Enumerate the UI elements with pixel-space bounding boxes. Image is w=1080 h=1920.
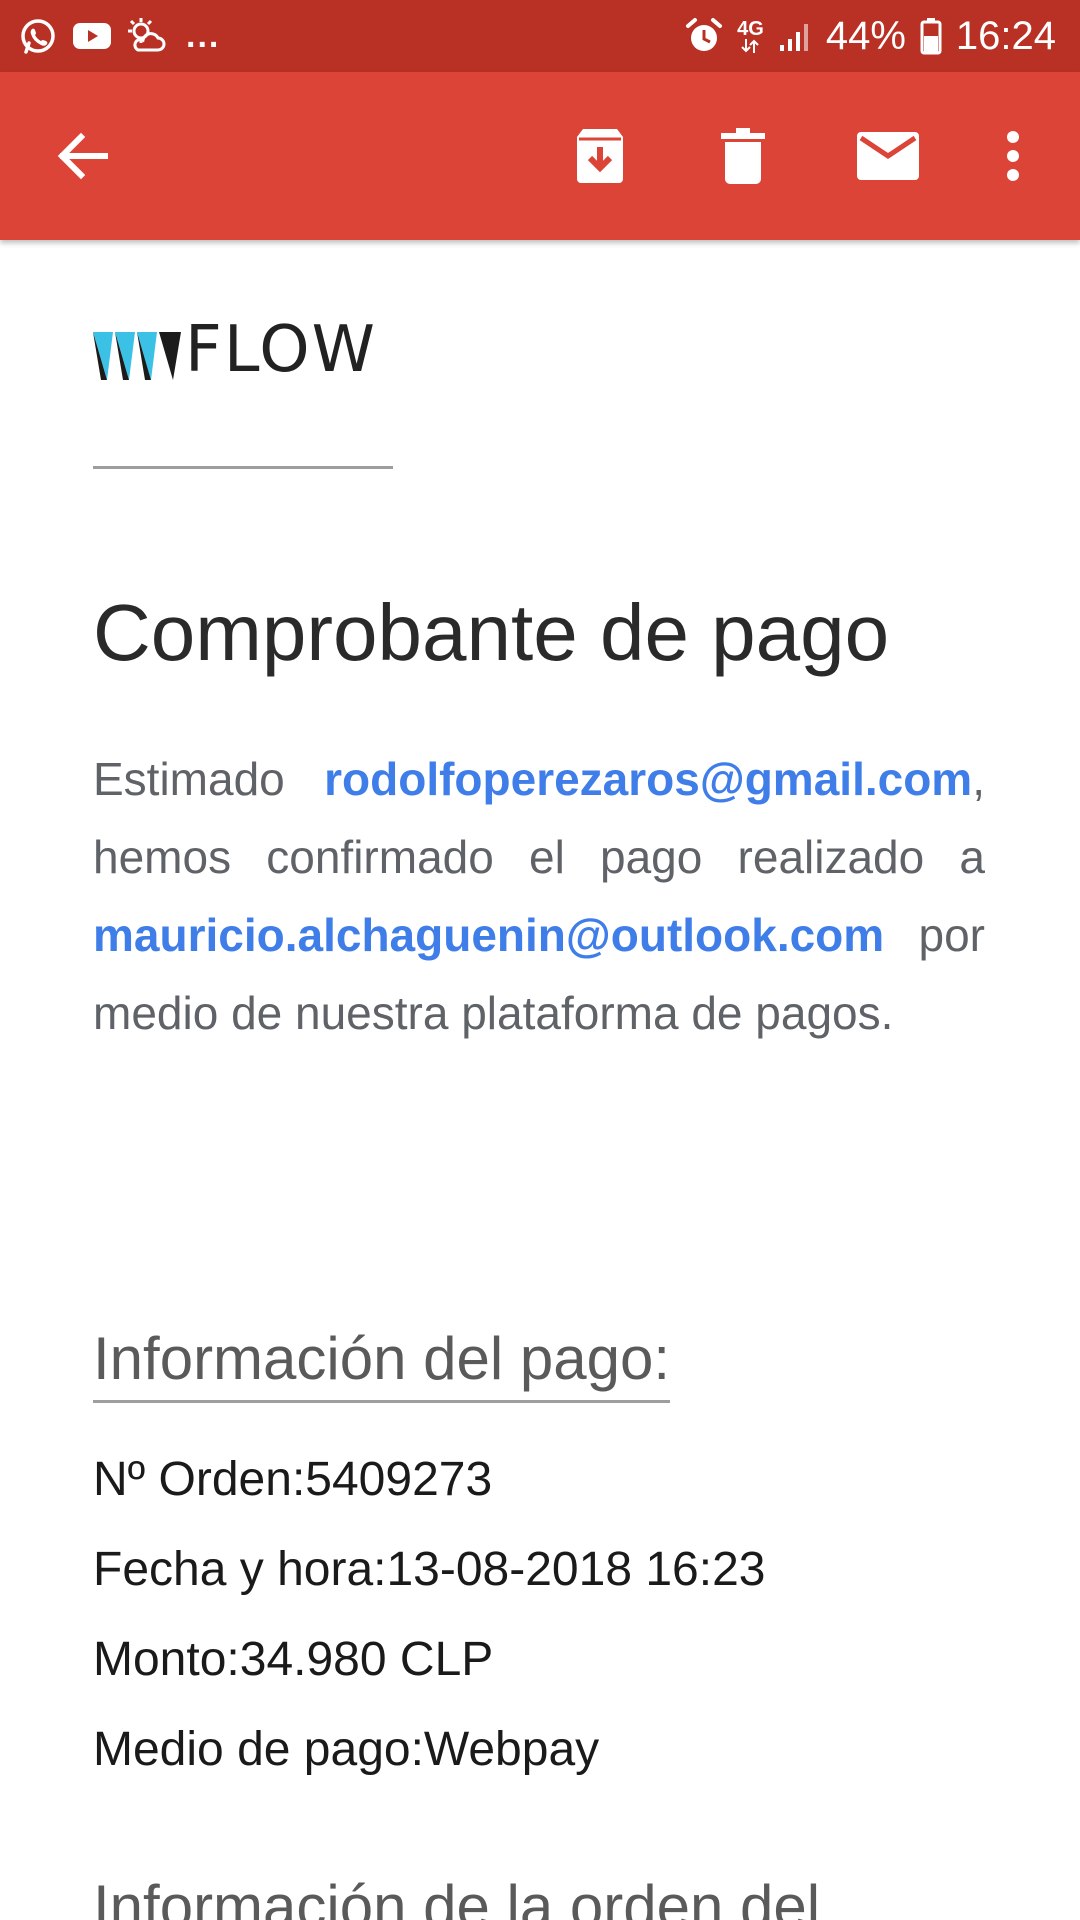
payee-email-link[interactable]: mauricio.alchaguenin@outlook.com — [93, 909, 884, 961]
whatsapp-icon — [18, 16, 58, 56]
status-bar: ... 4G 44% 16:24 — [0, 0, 1080, 72]
status-bar-system: 4G 44% 16:24 — [685, 0, 1056, 72]
info-label: Monto: — [93, 1633, 240, 1686]
back-arrow-icon — [57, 132, 108, 180]
email-body: FLOW Comprobante de pago Estimado rodolf… — [0, 240, 1080, 1920]
date-time-row: Fecha y hora:13-08-2018 16:23 — [93, 1540, 765, 1630]
order-number-row: Nº Orden:5409273 — [93, 1450, 765, 1540]
amount-row: Monto:34.980 CLP — [93, 1630, 765, 1720]
signal-icon — [778, 19, 812, 53]
divider — [93, 466, 393, 469]
mark-unread-button[interactable] — [833, 72, 943, 240]
info-label: Fecha y hora: — [93, 1543, 387, 1596]
back-button[interactable] — [27, 72, 137, 240]
archive-button[interactable] — [545, 72, 655, 240]
email-title: Comprobante de pago — [93, 588, 890, 677]
delete-icon — [721, 128, 765, 184]
info-label: Medio de pago: — [93, 1723, 424, 1776]
delete-button[interactable] — [688, 72, 798, 240]
mark-unread-icon — [857, 132, 919, 180]
email-intro: Estimado rodolfoperezaros@gmail.com, hem… — [93, 740, 985, 1052]
flow-logo-text: FLOW — [185, 313, 377, 387]
network-type-indicator: 4G — [737, 19, 764, 53]
weather-icon — [126, 16, 168, 56]
archive-icon — [577, 129, 623, 183]
info-value: 5409273 — [305, 1453, 493, 1506]
clock: 16:24 — [955, 13, 1056, 58]
info-value: 34.980 CLP — [239, 1633, 494, 1686]
payment-info-heading: Información del pago: — [93, 1320, 671, 1403]
battery-percent: 44% — [825, 13, 906, 58]
payer-email-link[interactable]: rodolfoperezaros@gmail.com — [324, 753, 972, 805]
youtube-icon — [72, 20, 112, 52]
flow-logo-mark — [93, 332, 181, 380]
flow-logo: FLOW — [93, 313, 377, 387]
more-notifications-indicator: ... — [186, 16, 221, 55]
intro-text: Estimado — [93, 753, 325, 805]
info-value: Webpay — [423, 1723, 600, 1776]
battery-icon — [920, 17, 942, 55]
more-vert-icon — [1007, 131, 1019, 181]
email-toolbar — [0, 72, 1080, 240]
payment-method-row: Medio de pago:Webpay — [93, 1720, 765, 1810]
order-info-heading: Información de la orden del — [93, 1873, 821, 1920]
info-label: Nº Orden: — [93, 1453, 306, 1506]
payment-info-list: Nº Orden:5409273 Fecha y hora:13-08-2018… — [93, 1450, 765, 1810]
more-options-button[interactable] — [958, 72, 1068, 240]
alarm-icon — [685, 17, 723, 55]
status-bar-notifications: ... — [18, 0, 220, 72]
info-value: 13-08-2018 16:23 — [386, 1543, 766, 1596]
